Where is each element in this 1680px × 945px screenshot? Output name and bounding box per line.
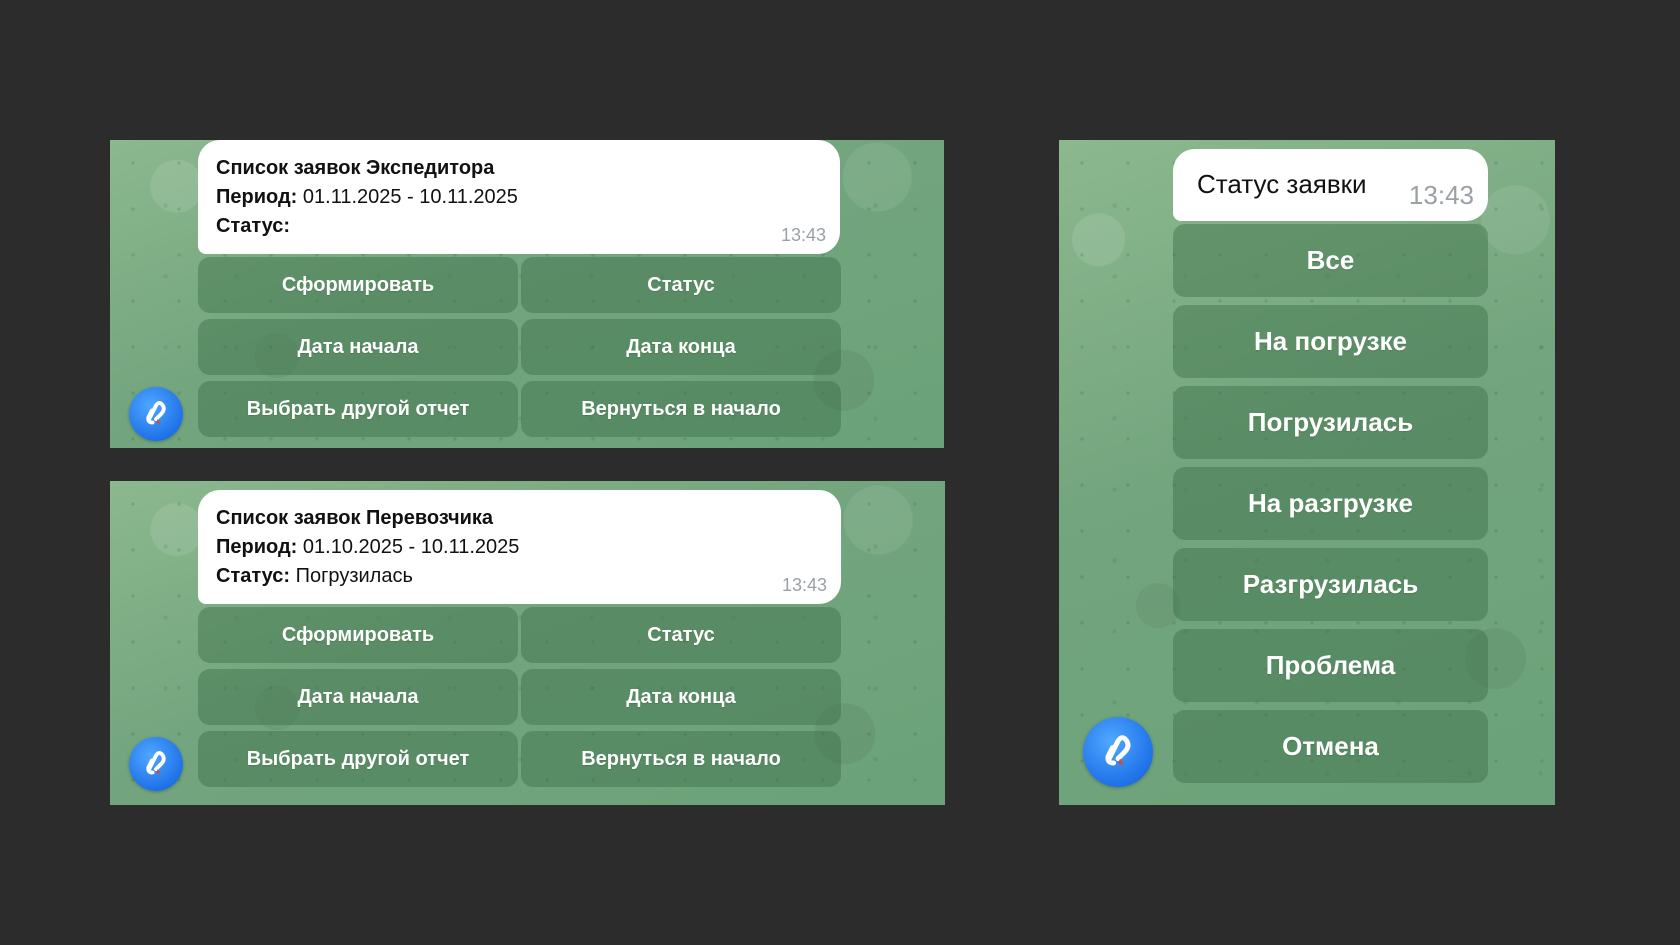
form-report-button[interactable]: Сформировать <box>198 257 518 313</box>
back-to-start-button[interactable]: Вернуться в начало <box>521 381 841 437</box>
bot-logo-icon[interactable] <box>129 737 183 791</box>
message-title: Список заявок Перевозчика <box>216 507 494 529</box>
status-button[interactable]: Статус <box>521 257 841 313</box>
message-time: 13:43 <box>780 225 826 245</box>
message-status: Статус: <box>216 215 291 237</box>
status-option-loaded[interactable]: Погрузилась <box>1173 386 1488 459</box>
status-option-unloaded[interactable]: Разгрузилась <box>1173 548 1488 621</box>
status-button[interactable]: Статус <box>521 607 841 663</box>
chat-panel-carrier: Список заявок Перевозчика Период: 01.10.… <box>110 481 945 805</box>
start-date-button[interactable]: Дата начала <box>198 669 518 725</box>
end-date-button[interactable]: Дата конца <box>521 669 841 725</box>
status-option-cancel[interactable]: Отмена <box>1173 710 1488 783</box>
message-status: Статус: Погрузилась <box>216 565 413 587</box>
message-period: Период: 01.11.2025 - 10.11.2025 <box>216 186 518 208</box>
bot-logo-icon[interactable] <box>129 387 183 441</box>
status-option-loading[interactable]: На погрузке <box>1173 305 1488 378</box>
start-date-button[interactable]: Дата начала <box>198 319 518 375</box>
form-report-button[interactable]: Сформировать <box>198 607 518 663</box>
chat-panel-status: Статус заявки 13:43 Все На погрузке Погр… <box>1059 140 1555 805</box>
message-title: Список заявок Экспедитора <box>216 157 495 179</box>
message-bubble: Список заявок Перевозчика Период: 01.10.… <box>198 490 841 604</box>
message-bubble: Список заявок Экспедитора Период: 01.11.… <box>198 140 840 254</box>
message-time: 13:43 <box>781 575 827 595</box>
message-period: Период: 01.10.2025 - 10.11.2025 <box>216 536 520 558</box>
chat-panel-forwarder: Список заявок Экспедитора Период: 01.11.… <box>110 140 944 448</box>
status-option-unloading[interactable]: На разгрузке <box>1173 467 1488 540</box>
other-report-button[interactable]: Выбрать другой отчет <box>198 381 518 437</box>
bot-logo-icon[interactable] <box>1083 717 1153 787</box>
other-report-button[interactable]: Выбрать другой отчет <box>198 731 518 787</box>
message-time: 13:43 <box>1408 180 1474 210</box>
status-option-problem[interactable]: Проблема <box>1173 629 1488 702</box>
status-option-all[interactable]: Все <box>1173 224 1488 297</box>
end-date-button[interactable]: Дата конца <box>521 319 841 375</box>
back-to-start-button[interactable]: Вернуться в начало <box>521 731 841 787</box>
message-bubble: Статус заявки 13:43 <box>1173 149 1488 221</box>
